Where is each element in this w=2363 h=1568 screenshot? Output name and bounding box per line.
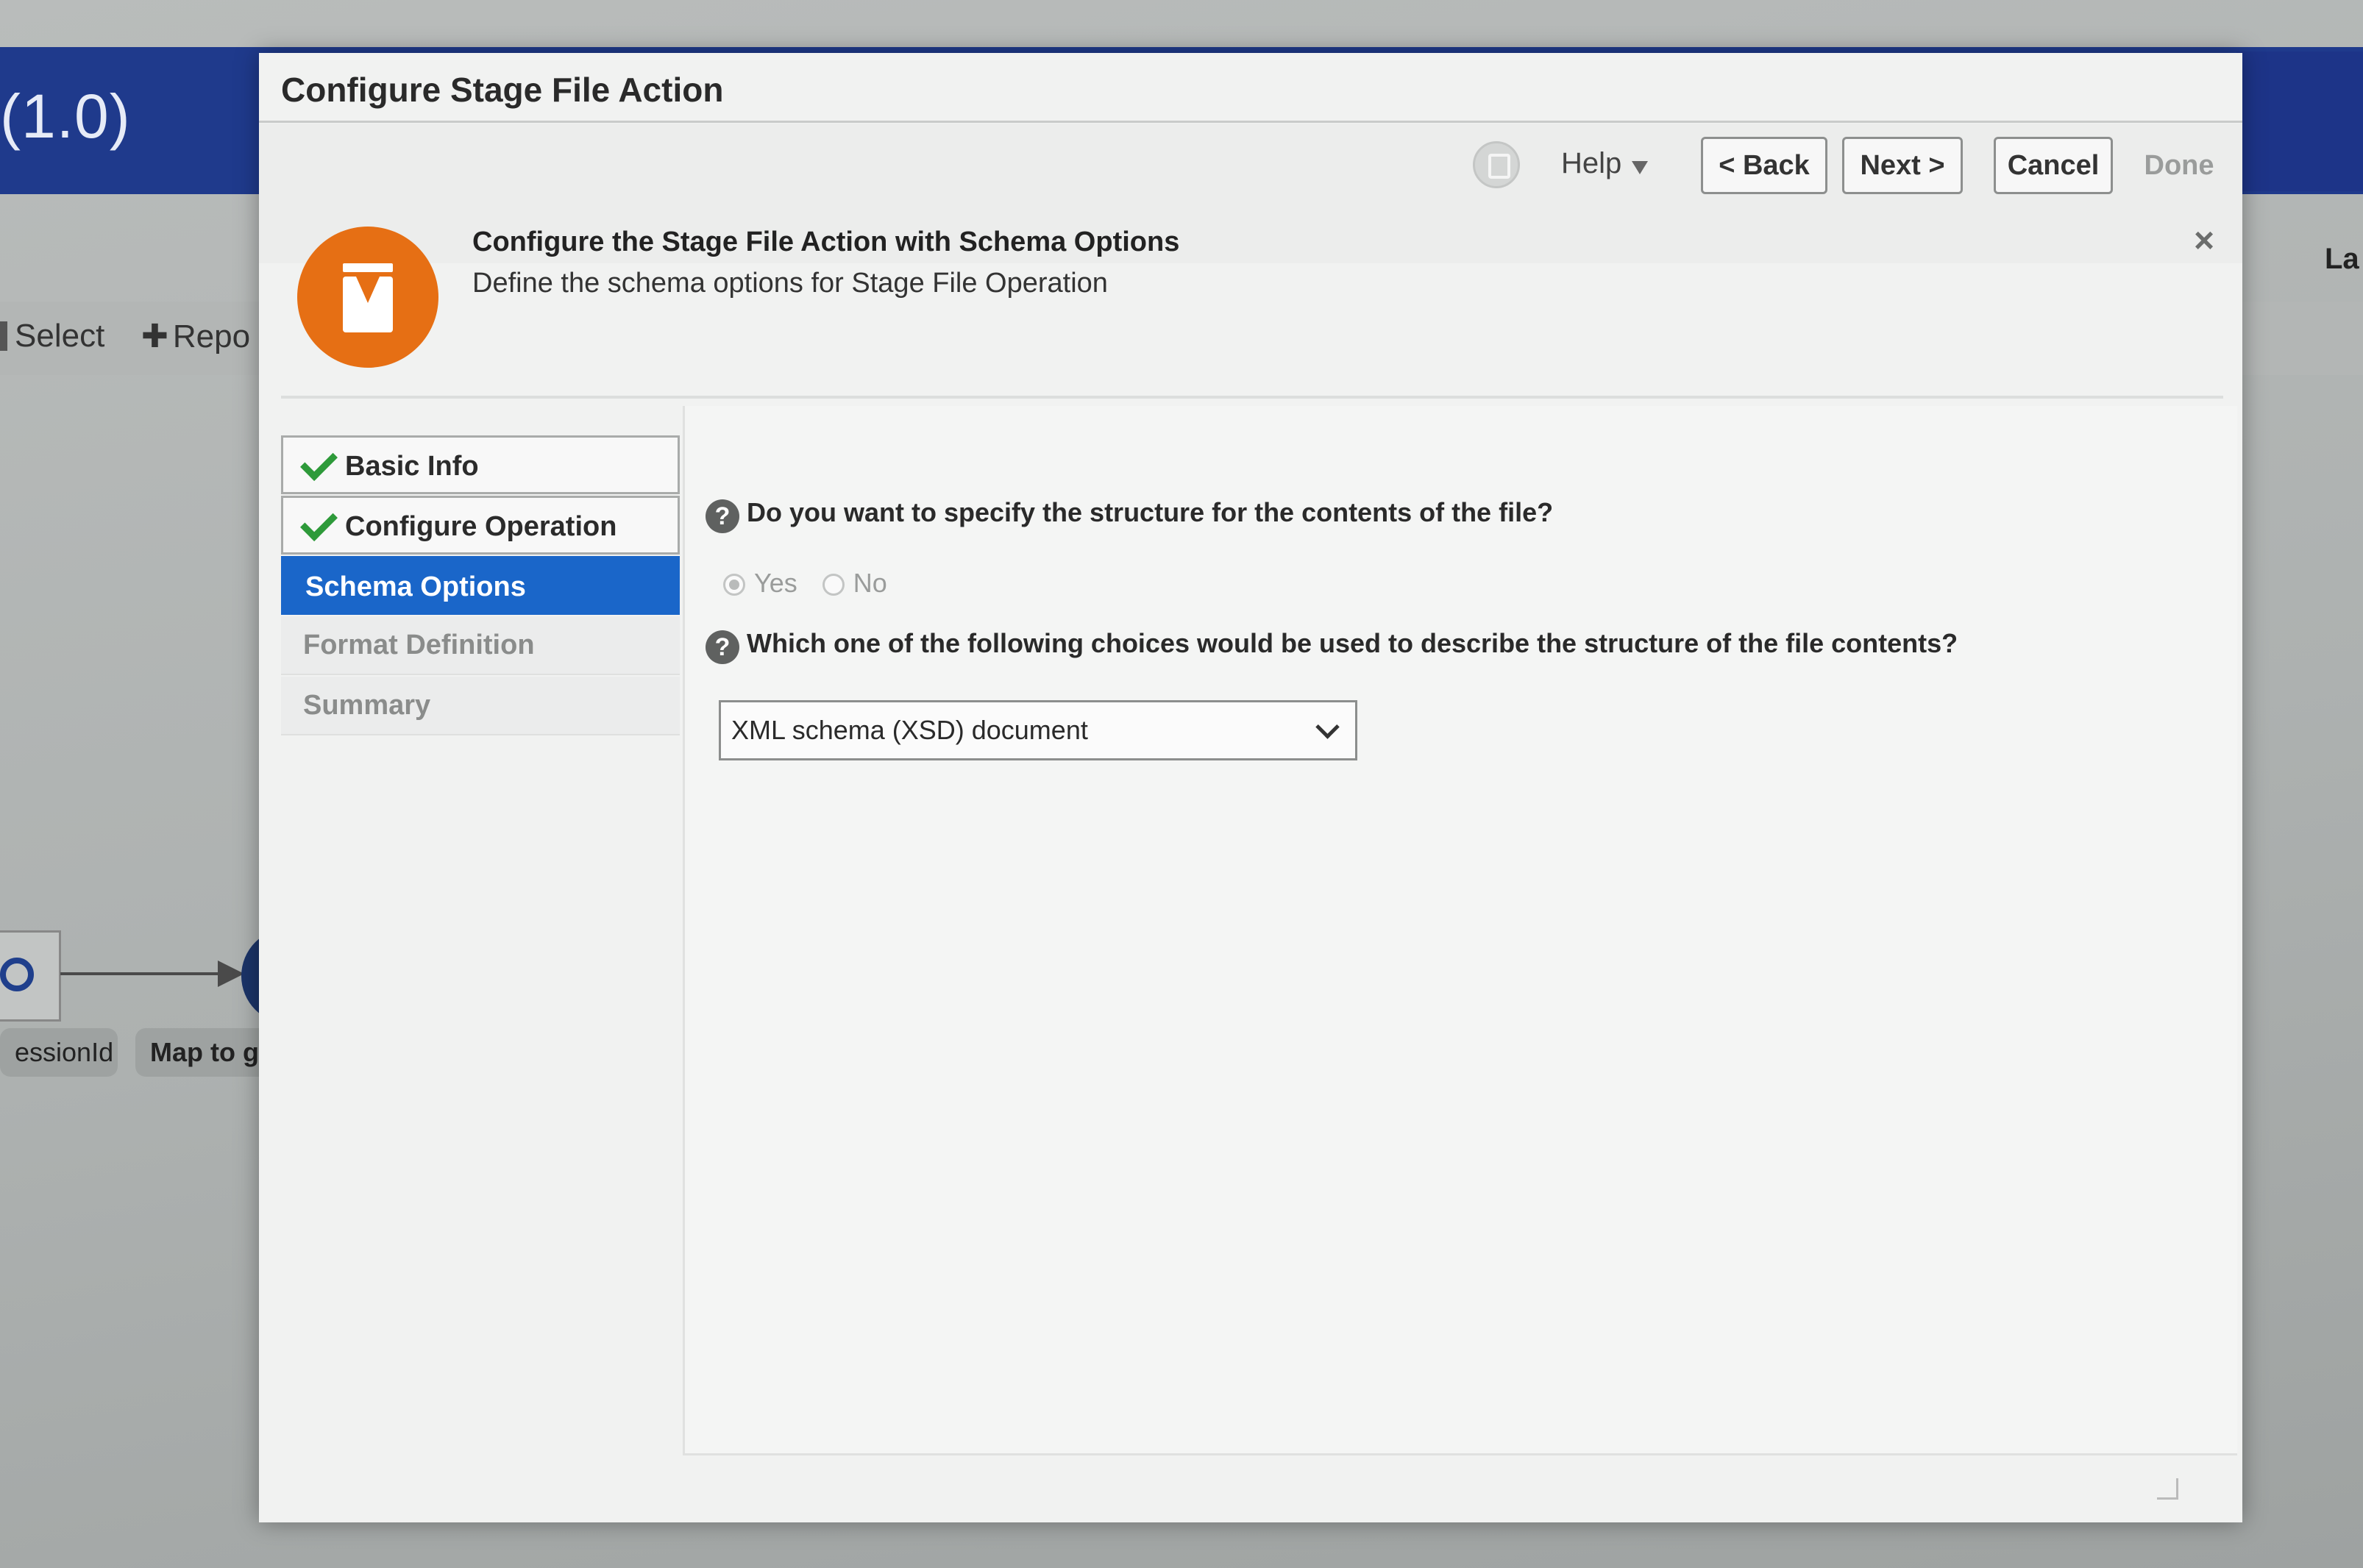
banner-subtitle: Define the schema options for Stage File…	[472, 268, 1108, 299]
search-icon	[0, 958, 34, 991]
radio-yes-label: Yes	[754, 568, 797, 598]
structure-type-select-value: XML schema (XSD) document	[731, 715, 1088, 745]
chevron-down-icon	[1315, 715, 1340, 739]
flow-connector	[60, 972, 230, 975]
back-button[interactable]: < Back	[1701, 137, 1827, 194]
train-step-label: Format Definition	[303, 630, 535, 660]
radio-no-label: No	[853, 568, 887, 598]
close-icon[interactable]: ×	[2194, 224, 2214, 259]
flow-node[interactable]	[0, 930, 61, 1022]
caret-down-icon	[1632, 161, 1649, 174]
help-icon[interactable]	[1473, 141, 1520, 188]
structure-question: ? Do you want to specify the structure fo…	[706, 497, 1553, 533]
banner-divider	[281, 396, 2223, 399]
resize-grip-icon[interactable]	[2157, 1478, 2178, 1500]
app-version: (1.0)	[0, 82, 131, 151]
train-step-label: Summary	[303, 690, 431, 721]
structure-radio-group: Yes No	[723, 568, 905, 599]
radio-yes[interactable]	[723, 574, 745, 596]
wizard-train: Basic Info Configure Operation Schema Op…	[281, 435, 680, 737]
structure-type-question: ? Which one of the following choices woul…	[706, 628, 1958, 664]
move-icon: ✚	[141, 318, 168, 354]
select-icon	[0, 321, 7, 351]
structure-question-text: Do you want to specify the structure for…	[747, 497, 1554, 527]
train-step-basic-info[interactable]: Basic Info	[281, 435, 680, 494]
schema-options-panel: ? Do you want to specify the structure fo…	[683, 406, 2237, 1455]
background-right-label: La	[2325, 243, 2359, 275]
train-step-schema-options[interactable]: Schema Options	[281, 556, 680, 615]
radio-no[interactable]	[822, 574, 845, 596]
checkmark-icon	[300, 443, 338, 481]
dialog-title: Configure Stage File Action	[281, 71, 724, 109]
train-step-format-definition: Format Definition	[281, 616, 680, 675]
structure-type-select[interactable]: XML schema (XSD) document	[719, 700, 1357, 760]
structure-type-question-text: Which one of the following choices would…	[747, 628, 1958, 658]
question-icon[interactable]: ?	[706, 630, 739, 664]
reposition-tool-label: Repo	[172, 318, 251, 354]
checkmark-icon	[300, 504, 338, 541]
next-button[interactable]: Next >	[1842, 137, 1963, 194]
train-step-summary: Summary	[281, 677, 680, 735]
stage-file-icon	[297, 227, 438, 368]
help-menu[interactable]: Help	[1561, 147, 1649, 180]
train-step-label: Configure Operation	[345, 511, 617, 542]
select-tool-label: Select	[15, 318, 105, 354]
reposition-tool[interactable]: ✚ Repo	[141, 318, 250, 355]
train-step-label: Basic Info	[345, 451, 479, 482]
title-divider	[259, 121, 2242, 123]
app-header-right	[2236, 51, 2363, 191]
select-tool[interactable]: Select	[0, 318, 104, 354]
banner-title: Configure the Stage File Action with Sch…	[472, 227, 1180, 257]
help-menu-label: Help	[1561, 147, 1622, 179]
flow-label-session: essionId	[0, 1028, 118, 1077]
cancel-button[interactable]: Cancel	[1994, 137, 2113, 194]
train-step-configure-operation[interactable]: Configure Operation	[281, 496, 680, 555]
question-icon[interactable]: ?	[706, 499, 739, 533]
flow-arrow-icon	[218, 961, 244, 987]
train-step-label: Schema Options	[305, 571, 526, 602]
configure-stage-file-dialog: Configure Stage File Action Help < Back …	[259, 53, 2242, 1522]
done-button[interactable]: Done	[2128, 137, 2231, 194]
